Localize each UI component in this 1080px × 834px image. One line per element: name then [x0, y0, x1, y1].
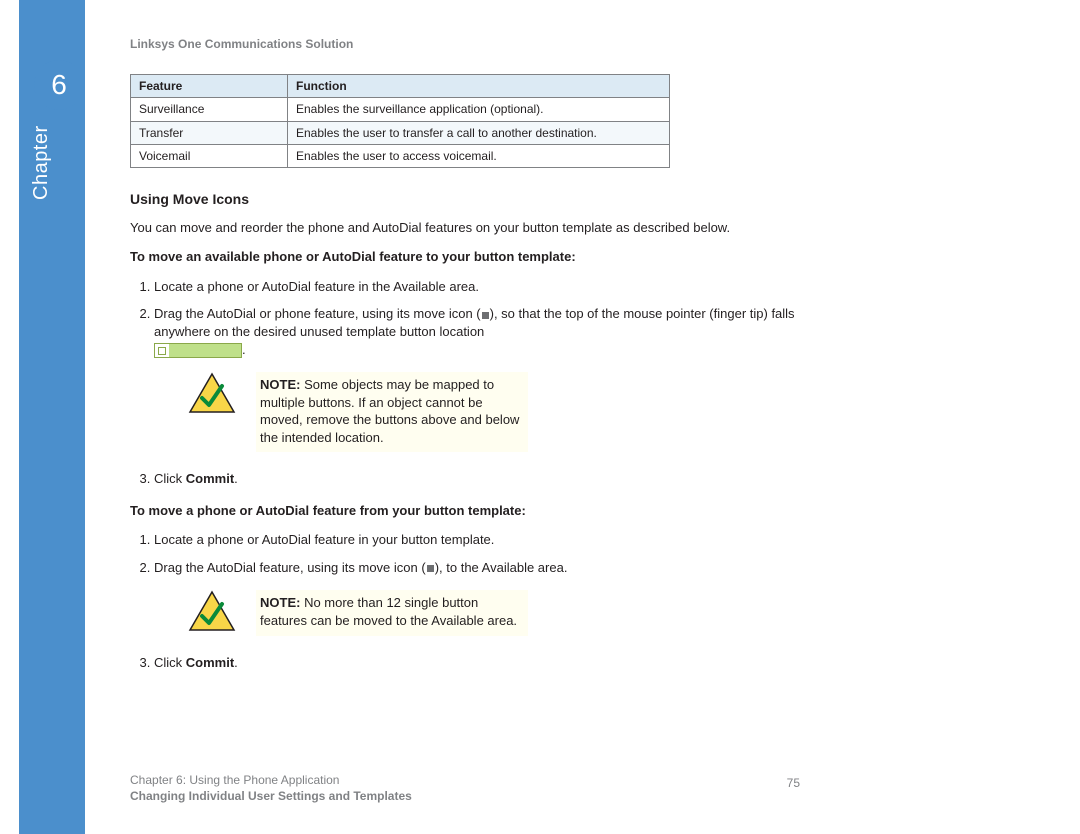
page-number: 75	[787, 775, 800, 791]
chapter-number-badge: 6	[34, 60, 84, 110]
move-icon	[482, 312, 489, 319]
warning-check-icon	[188, 590, 236, 632]
procedure-title: To move a phone or AutoDial feature from…	[130, 502, 810, 520]
table-row: Surveillance Enables the surveillance ap…	[131, 98, 670, 121]
note-block: NOTE: Some objects may be mapped to mult…	[188, 372, 608, 452]
cell-feature: Voicemail	[131, 144, 288, 167]
step: Locate a phone or AutoDial feature in th…	[154, 278, 854, 296]
page-footer: Chapter 6: Using the Phone Application C…	[130, 772, 930, 804]
step: Drag the AutoDial feature, using its mov…	[154, 559, 854, 577]
step-text: Click	[154, 471, 186, 486]
commit-label: Commit	[186, 471, 234, 486]
document-title: Linksys One Communications Solution	[130, 36, 930, 52]
procedure-steps-2: Locate a phone or AutoDial feature in yo…	[130, 531, 854, 576]
step-text: Click	[154, 655, 186, 670]
commit-label: Commit	[186, 655, 234, 670]
col-feature: Feature	[131, 75, 288, 98]
step: Click Commit.	[154, 470, 854, 488]
cell-feature: Surveillance	[131, 98, 288, 121]
page-content: Linksys One Communications Solution Feat…	[130, 36, 930, 685]
procedure-steps-1: Locate a phone or AutoDial feature in th…	[130, 278, 854, 358]
step-text: Drag the AutoDial feature, using its mov…	[154, 560, 426, 575]
step-text: ), to the Available area.	[435, 560, 568, 575]
cell-function: Enables the user to transfer a call to a…	[288, 121, 670, 144]
procedure-steps-2b: Click Commit.	[130, 654, 854, 672]
template-button-icon	[154, 343, 242, 358]
cell-function: Enables the user to access voicemail.	[288, 144, 670, 167]
procedure-steps-1b: Click Commit.	[130, 470, 854, 488]
footer-line-2: Changing Individual User Settings and Te…	[130, 788, 930, 804]
section-heading: Using Move Icons	[130, 190, 930, 209]
footer-line-1: Chapter 6: Using the Phone Application	[130, 772, 930, 788]
move-icon	[427, 565, 434, 572]
note-block: NOTE: No more than 12 single button feat…	[188, 590, 608, 635]
note-label: NOTE:	[260, 377, 300, 392]
step-text: .	[242, 342, 246, 357]
step: Drag the AutoDial or phone feature, usin…	[154, 305, 854, 358]
step: Locate a phone or AutoDial feature in yo…	[154, 531, 854, 549]
chapter-label: Chapter	[28, 125, 55, 200]
warning-check-icon	[188, 372, 236, 414]
cell-feature: Transfer	[131, 121, 288, 144]
table-row: Transfer Enables the user to transfer a …	[131, 121, 670, 144]
step-text: Drag the AutoDial or phone feature, usin…	[154, 306, 481, 321]
table-row: Voicemail Enables the user to access voi…	[131, 144, 670, 167]
note-text: NOTE: No more than 12 single button feat…	[256, 590, 528, 635]
col-function: Function	[288, 75, 670, 98]
intro-paragraph: You can move and reorder the phone and A…	[130, 219, 810, 237]
feature-table: Feature Function Surveillance Enables th…	[130, 74, 670, 168]
cell-function: Enables the surveillance application (op…	[288, 98, 670, 121]
note-label: NOTE:	[260, 595, 300, 610]
procedure-title: To move an available phone or AutoDial f…	[130, 248, 810, 266]
step-text: .	[234, 471, 238, 486]
table-header-row: Feature Function	[131, 75, 670, 98]
step: Click Commit.	[154, 654, 854, 672]
step-text: .	[234, 655, 238, 670]
note-text: NOTE: Some objects may be mapped to mult…	[256, 372, 528, 452]
